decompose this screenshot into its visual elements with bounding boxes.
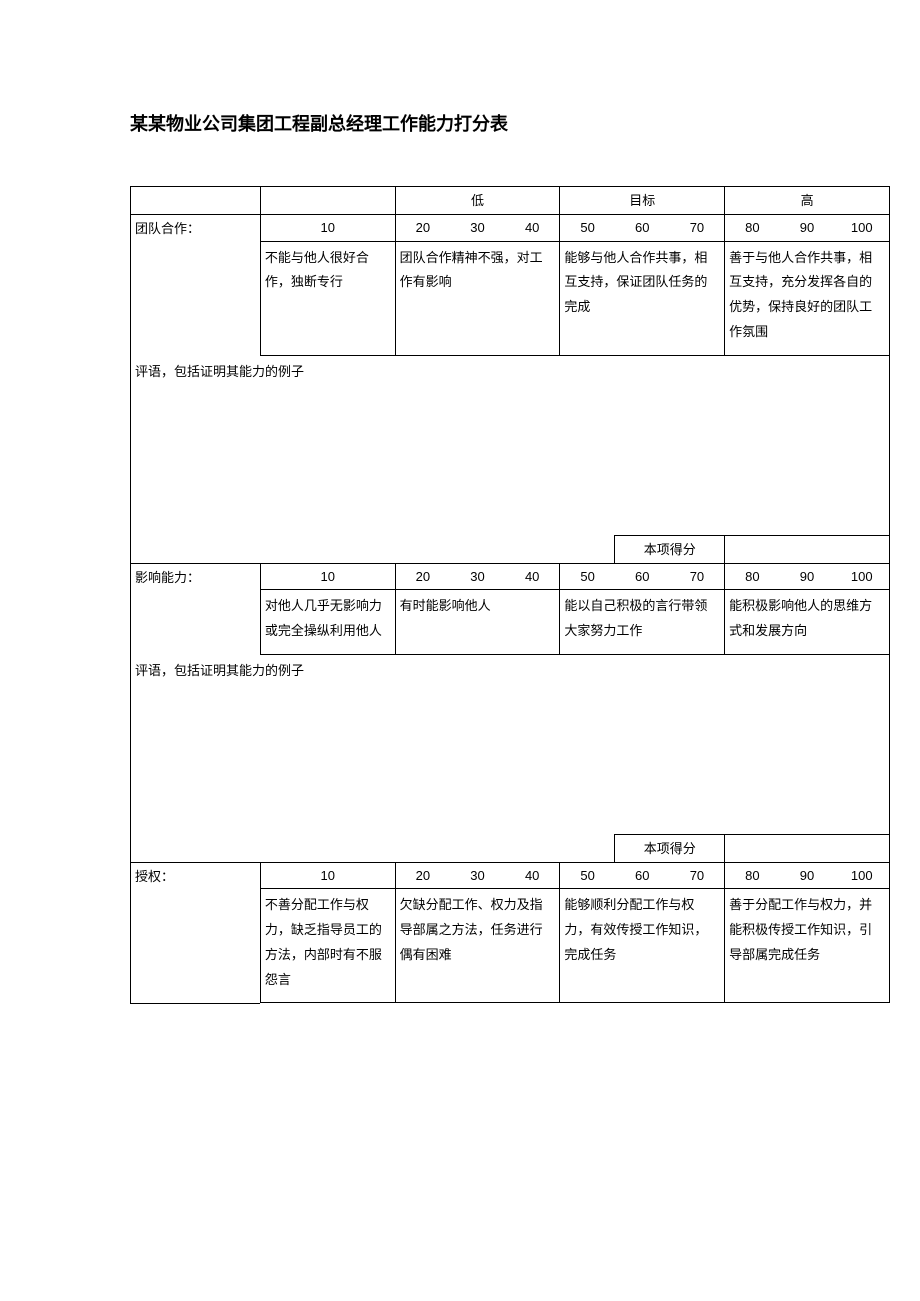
page-title: 某某物业公司集团工程副总经理工作能力打分表 [130, 110, 870, 136]
teamwork-desc1: 不能与他人很好合作，独断专行 [260, 241, 395, 355]
teamwork-desc4: 善于与他人合作共事，相互支持，充分发挥各自的优势，保持良好的团队工作氛围 [725, 241, 890, 355]
row-label-auth: 授权： [131, 863, 261, 1003]
influence-score-value[interactable] [725, 834, 890, 862]
scale-100: 100 [835, 215, 890, 241]
scale3-80: 80 [725, 863, 780, 889]
scale-90: 90 [780, 215, 835, 241]
teamwork-desc2: 团队合作精神不强，对工作有影响 [395, 241, 560, 355]
auth-bottom [131, 1003, 261, 1004]
scale2-40: 40 [505, 563, 560, 589]
scale-70: 70 [670, 215, 725, 241]
influence-desc4: 能积极影响他人的思维方式和发展方向 [725, 590, 890, 654]
auth-desc1: 不善分配工作与权力，缺乏指导员工的方法，内部时有不服怨言 [260, 889, 395, 1003]
auth-desc4: 善于分配工作与权力，并能积极传授工作知识，引导部属完成任务 [725, 889, 890, 1003]
auth-desc2: 欠缺分配工作、权力及指导部属之方法，任务进行偶有困难 [395, 889, 560, 1003]
header-target: 目标 [560, 187, 725, 215]
header-empty-1 [131, 187, 261, 215]
influence-desc1: 对他人几乎无影响力或完全操纵利用他人 [260, 590, 395, 654]
scale3-100: 100 [835, 863, 890, 889]
scale3-90: 90 [780, 863, 835, 889]
teamwork-score-value[interactable] [725, 535, 890, 563]
scale3-20: 20 [395, 863, 450, 889]
teamwork-comment[interactable]: 评语，包括证明其能力的例子 [131, 355, 890, 535]
auth-desc3: 能够顺利分配工作与权力，有效传授工作知识，完成任务 [560, 889, 725, 1003]
influence-desc3: 能以自己积极的言行带领大家努力工作 [560, 590, 725, 654]
teamwork-desc3: 能够与他人合作共事，相互支持，保证团队任务的完成 [560, 241, 725, 355]
scale-20: 20 [395, 215, 450, 241]
scale2-30: 30 [450, 563, 505, 589]
scale-80: 80 [725, 215, 780, 241]
influence-score-label: 本项得分 [615, 834, 725, 862]
influence-desc2: 有时能影响他人 [395, 590, 560, 654]
scale3-30: 30 [450, 863, 505, 889]
header-high: 高 [725, 187, 890, 215]
row-label-teamwork: 团队合作： [131, 215, 261, 355]
scale-50: 50 [560, 215, 615, 241]
scale-60: 60 [615, 215, 670, 241]
scale-30: 30 [450, 215, 505, 241]
scale3-10: 10 [260, 863, 395, 889]
scale2-70: 70 [670, 563, 725, 589]
scale2-60: 60 [615, 563, 670, 589]
scale-10: 10 [260, 215, 395, 241]
influence-comment[interactable]: 评语，包括证明其能力的例子 [131, 654, 890, 834]
scale2-50: 50 [560, 563, 615, 589]
scale2-90: 90 [780, 563, 835, 589]
scale-40: 40 [505, 215, 560, 241]
teamwork-score-label: 本项得分 [615, 535, 725, 563]
scale3-60: 60 [615, 863, 670, 889]
scale3-40: 40 [505, 863, 560, 889]
header-low: 低 [395, 187, 560, 215]
scale2-10: 10 [260, 563, 395, 589]
teamwork-score-spacer [131, 535, 615, 563]
header-empty-2 [260, 187, 395, 215]
row-label-influence: 影响能力： [131, 563, 261, 654]
scale2-100: 100 [835, 563, 890, 589]
scale2-20: 20 [395, 563, 450, 589]
score-table: 低 目标 高 团队合作： 10 20 30 40 50 60 70 80 90 … [130, 186, 890, 1004]
scale3-70: 70 [670, 863, 725, 889]
influence-score-spacer [131, 834, 615, 862]
scale2-80: 80 [725, 563, 780, 589]
scale3-50: 50 [560, 863, 615, 889]
